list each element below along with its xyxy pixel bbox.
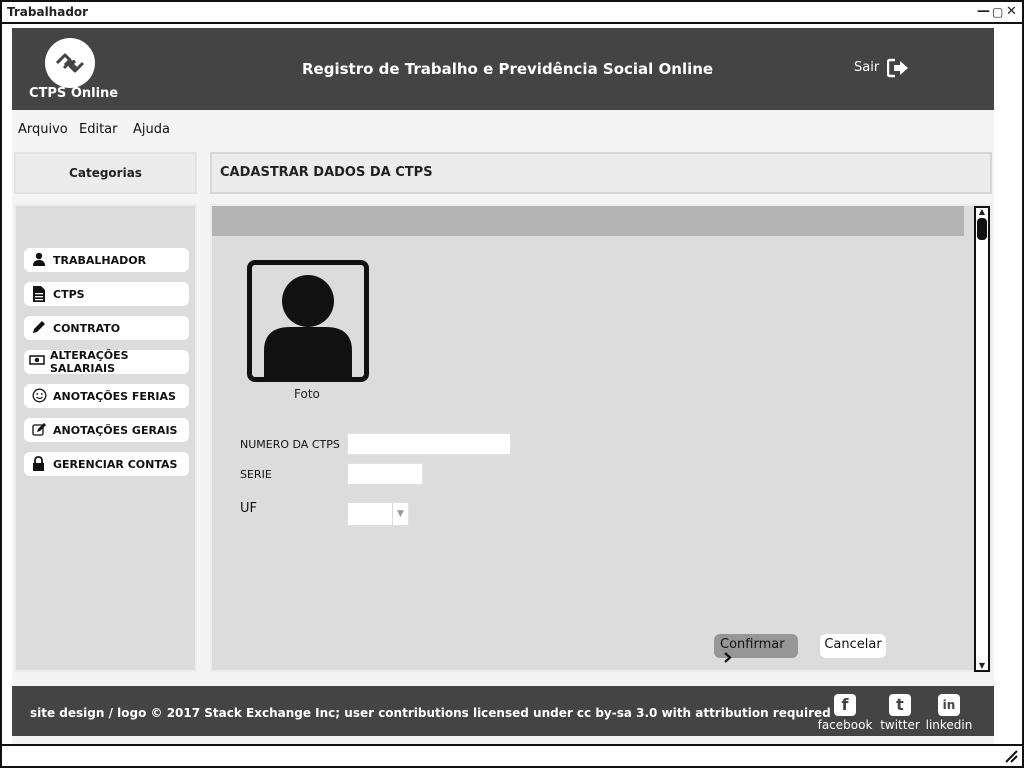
menu-arquivo[interactable]: Arquivo: [18, 122, 68, 137]
window-title: Trabalhador: [7, 5, 89, 19]
sign-out-icon: [887, 58, 908, 78]
logout-label: Sair: [854, 60, 880, 75]
sidebar-item-trabalhador[interactable]: TRABALHADOR: [24, 248, 189, 272]
close-icon[interactable]: ✕: [1006, 4, 1017, 20]
sidebar-item-label: ALTERAÇÕES SALARIAIS: [50, 349, 129, 375]
resize-grip-icon[interactable]: [1004, 749, 1018, 763]
confirm-button[interactable]: Confirmar: [714, 634, 798, 663]
facebook-link[interactable]: f facebook: [816, 694, 874, 732]
money-icon: [29, 354, 45, 370]
numero-ctps-label: NUMERO DA CTPS: [240, 438, 340, 451]
scroll-down-icon[interactable]: ▼: [977, 662, 987, 670]
sidebar-item-contrato[interactable]: CONTRATO: [24, 316, 189, 340]
sidebar-item-label: GERENCIAR CONTAS: [53, 457, 178, 471]
scroll-thumb[interactable]: [977, 218, 987, 240]
twitter-icon: t: [889, 694, 911, 716]
copyright-text: site design / logo © 2017 Stack Exchange…: [30, 706, 831, 720]
title-bar: Trabalhador — ▢ ✕: [2, 2, 1022, 24]
sidebar-item-label: CONTRATO: [53, 321, 121, 335]
app-body: CTPS Online Registro de Trabalho e Previ…: [12, 28, 994, 744]
sidebar-item-label: TRABALHADOR: [53, 253, 147, 267]
page-title: CADASTRAR DADOS DA CTPS: [210, 152, 992, 194]
brand-name: CTPS Online: [29, 86, 119, 101]
linkedin-label: linkedin: [925, 718, 973, 732]
app-title: Registro de Trabalho e Previdência Socia…: [302, 60, 714, 78]
menu-bar: Arquivo Editar Ajuda: [12, 118, 994, 142]
content-toolbar: [212, 206, 964, 236]
smile-icon: [32, 388, 48, 404]
link-logo-icon: [55, 53, 85, 73]
logout-button[interactable]: Sair: [854, 58, 908, 78]
vertical-scrollbar[interactable]: ▲ ▼: [974, 206, 990, 672]
sidebar-item-alteracoes-salariais[interactable]: ALTERAÇÕES SALARIAIS: [24, 349, 189, 375]
facebook-icon: f: [834, 694, 856, 716]
logo: [45, 38, 95, 88]
edit-icon: [32, 422, 48, 438]
linkedin-icon: in: [938, 694, 960, 716]
chevron-right-icon: [724, 652, 732, 663]
uf-label: UF: [240, 501, 257, 516]
linkedin-link[interactable]: in linkedin: [925, 694, 973, 732]
content-panel: ▲ ▼ Foto NUMERO DA CTPS SERIE UF ▼ Confi…: [210, 204, 992, 672]
user-icon: [32, 252, 48, 268]
scroll-up-icon[interactable]: ▲: [977, 208, 987, 216]
menu-ajuda[interactable]: Ajuda: [133, 122, 170, 137]
serie-label: SERIE: [240, 468, 272, 481]
pencil-icon: [32, 320, 48, 336]
minimize-icon[interactable]: —: [977, 4, 990, 20]
serie-input[interactable]: [347, 463, 423, 485]
sidebar-item-gerenciar-contas[interactable]: GERENCIAR CONTAS: [24, 452, 189, 476]
footer: site design / logo © 2017 Stack Exchange…: [12, 686, 994, 736]
maximize-icon[interactable]: ▢: [992, 4, 1003, 20]
sidebar-item-anotacoes-gerais[interactable]: ANOTAÇÕES GERAIS: [24, 418, 189, 442]
uf-select[interactable]: ▼: [347, 502, 409, 526]
lock-icon: [32, 456, 48, 472]
sidebar-item-label: ANOTAÇÕES GERAIS: [53, 423, 178, 437]
twitter-link[interactable]: t twitter: [878, 694, 922, 732]
photo-placeholder[interactable]: [247, 260, 369, 382]
photo-label: Foto: [294, 387, 320, 401]
confirm-label: Confirmar: [720, 637, 785, 652]
status-bar: [2, 744, 1022, 766]
sidebar-item-label: ANOTAÇÕES FERIAS: [53, 389, 176, 403]
categories-header: Categorias: [14, 152, 197, 194]
twitter-label: twitter: [880, 718, 920, 732]
document-icon: [32, 286, 48, 302]
chevron-down-icon[interactable]: ▼: [392, 503, 408, 525]
sidebar: TRABALHADOR CTPS CONTRATO ALTERAÇÕES SAL…: [14, 204, 197, 672]
sidebar-item-ctps[interactable]: CTPS: [24, 282, 189, 306]
menu-editar[interactable]: Editar: [79, 122, 118, 137]
numero-ctps-input[interactable]: [347, 433, 511, 455]
app-window: Trabalhador — ▢ ✕ CTPS Online Registro d…: [0, 0, 1024, 768]
sidebar-item-label: CTPS: [53, 287, 85, 301]
user-avatar-icon: [264, 275, 352, 377]
cancel-button[interactable]: Cancelar: [820, 634, 886, 658]
app-header: CTPS Online Registro de Trabalho e Previ…: [12, 28, 994, 110]
facebook-label: facebook: [817, 718, 873, 732]
sidebar-item-anotacoes-ferias[interactable]: ANOTAÇÕES FERIAS: [24, 384, 189, 408]
